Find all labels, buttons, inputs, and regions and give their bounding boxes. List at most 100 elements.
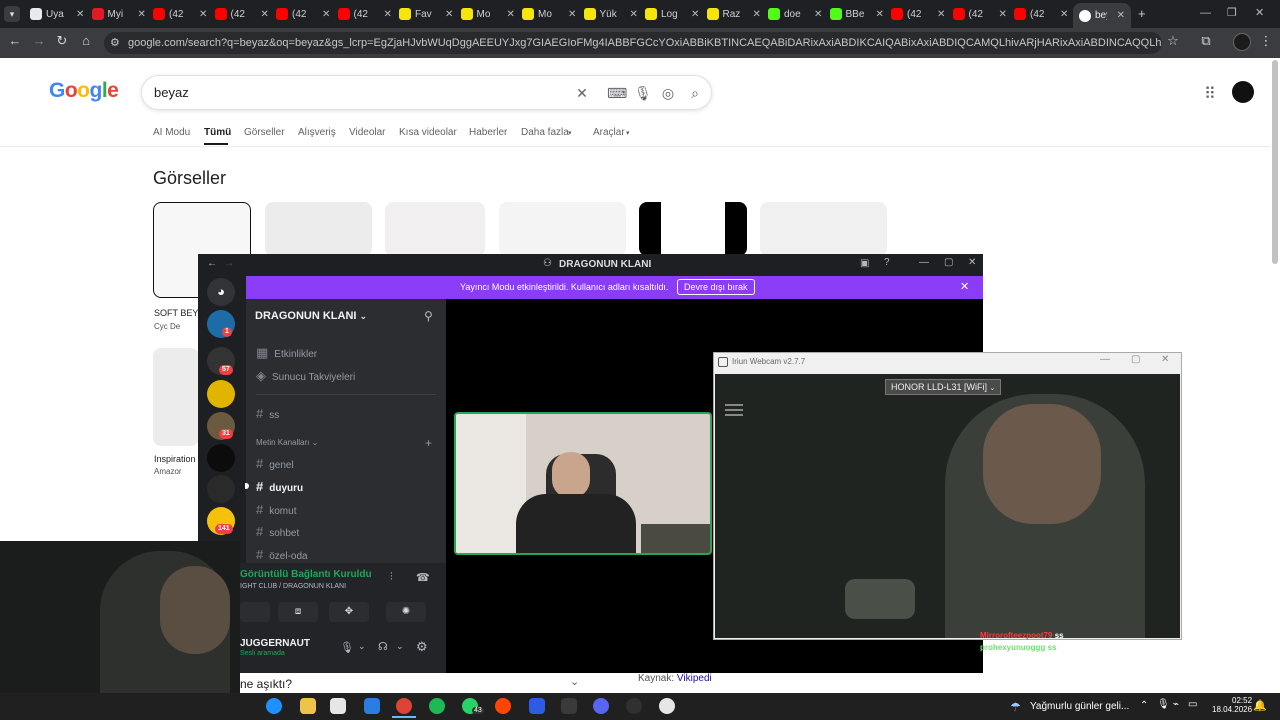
image-result[interactable]	[760, 202, 887, 256]
apps-grid-icon[interactable]: ⠿	[1204, 84, 1216, 104]
voice-activity-icon[interactable]: ⫶	[390, 571, 393, 584]
back-icon[interactable]: ←	[207, 258, 217, 269]
tab-shopping[interactable]: Alışveriş	[298, 127, 336, 138]
extensions-icon[interactable]: ⧉	[1197, 33, 1215, 49]
close-tab-icon[interactable]: ✕	[507, 9, 515, 20]
device-select[interactable]: HONOR LLD-L31 [WiFi] ⌄	[885, 379, 1001, 395]
page-scrollbar[interactable]	[1272, 60, 1278, 264]
minimize-window-icon[interactable]: —	[1200, 7, 1211, 19]
minimize-icon[interactable]: —	[1100, 354, 1110, 365]
network-icon[interactable]: ⌁	[1173, 699, 1179, 710]
ea-icon[interactable]	[529, 698, 545, 714]
menu-icon[interactable]: ⋮	[1257, 33, 1275, 49]
chevron-down-icon[interactable]: ⌄	[396, 641, 404, 652]
close-window-icon[interactable]: ✕	[1255, 6, 1264, 19]
browser-tab[interactable]: Mo ✕	[460, 4, 515, 24]
server-icon[interactable]	[207, 380, 235, 408]
image-result[interactable]	[499, 202, 626, 256]
browser-tab[interactable]: doe ✕	[768, 4, 822, 24]
store-icon[interactable]	[330, 698, 346, 714]
browser-tab[interactable]: Mo ✕	[522, 4, 576, 24]
obs-icon[interactable]	[626, 698, 642, 714]
close-tab-icon[interactable]: ✕	[138, 9, 146, 20]
browser-tab[interactable]: (42 ✕	[214, 4, 269, 24]
result-title[interactable]: Inspiration	[154, 454, 196, 464]
browser-tab[interactable]: Yük ✕	[583, 4, 638, 24]
discord-home-icon[interactable]: ◕	[207, 278, 235, 306]
reload-icon[interactable]: ↻	[53, 33, 71, 49]
close-tab-icon[interactable]: ✕	[261, 9, 269, 20]
browser-tab[interactable]: Fav ✕	[399, 4, 453, 24]
channel-komut[interactable]: # komut	[256, 502, 296, 517]
channel-duyuru[interactable]: # duyuru	[256, 479, 303, 494]
participant-video-tile[interactable]	[454, 412, 712, 555]
username[interactable]: JUGGERNAUT	[240, 638, 310, 649]
weather-text[interactable]: Yağmurlu günler geli...	[1030, 701, 1129, 712]
battery-icon[interactable]: ▭	[1188, 699, 1197, 710]
discord-icon[interactable]	[593, 698, 609, 714]
close-tab-icon[interactable]: ✕	[384, 9, 392, 20]
site-info-icon[interactable]: ⚙	[110, 36, 120, 49]
close-tab-icon[interactable]: ✕	[753, 9, 761, 20]
notifications-icon[interactable]: 🔔	[1253, 699, 1267, 712]
help-icon[interactable]: ?	[884, 257, 890, 268]
google-logo[interactable]: Google	[49, 79, 119, 103]
tab-active[interactable]: bey ✕	[1073, 3, 1131, 28]
add-channel-icon[interactable]: +	[425, 436, 432, 450]
server-icon[interactable]	[207, 444, 235, 472]
invite-icon[interactable]: ⚲	[424, 309, 433, 323]
chevron-down-icon[interactable]: ⌄	[358, 641, 366, 652]
close-tab-icon[interactable]: ✕	[937, 9, 945, 20]
hamburger-menu-icon[interactable]	[725, 404, 743, 416]
close-tab-icon[interactable]: ✕	[630, 9, 638, 20]
soundboard-icon[interactable]: ✺	[386, 602, 426, 622]
disable-streamer-mode-button[interactable]: Devre dışı bırak	[677, 279, 755, 295]
browser-tab[interactable]: Raz ✕	[706, 4, 761, 24]
settings-gear-icon[interactable]: ⚙	[416, 639, 428, 655]
reddit-icon[interactable]	[495, 698, 511, 714]
channel-ss[interactable]: # ss	[256, 406, 279, 421]
close-tab-icon[interactable]: ✕	[568, 9, 576, 20]
image-result[interactable]	[153, 348, 199, 446]
address-bar[interactable]: google.com/search?q=beyaz&oq=beyaz&gs_lc…	[104, 32, 1162, 54]
browser-tab[interactable]: (42 ✕	[952, 4, 1007, 24]
close-tab-icon[interactable]: ✕	[691, 9, 699, 20]
voice-channel-name[interactable]: IGHT CLUB / DRAGONUN KLANI	[240, 583, 346, 590]
close-tab-icon[interactable]: ✕	[999, 9, 1007, 20]
browser-tab[interactable]: (42 ✕	[337, 4, 392, 24]
close-tab-icon[interactable]: ✕	[199, 9, 207, 20]
search-box[interactable]: beyaz ✕ ⌨ 🎙 ◎ ⌕	[141, 75, 712, 110]
browser-tab[interactable]: (42 ✕	[153, 4, 207, 24]
microphone-icon[interactable]: 🎙	[634, 85, 652, 102]
close-icon[interactable]: ✕	[1161, 354, 1169, 365]
maximize-icon[interactable]: ▢	[944, 257, 953, 268]
server-icon[interactable]	[207, 475, 235, 503]
browser-tab[interactable]: BBe ✕	[829, 4, 884, 24]
clock[interactable]: 02:52 18.04.2026	[1212, 696, 1252, 714]
spotify-icon[interactable]	[429, 698, 445, 714]
image-result[interactable]	[265, 202, 372, 256]
browser-tab[interactable]: Uya ✕	[30, 4, 84, 24]
browser-tab[interactable]: (42 ✕	[891, 4, 945, 24]
forward-icon[interactable]: →	[30, 33, 48, 48]
chevron-up-icon[interactable]: ⌃	[1140, 700, 1148, 711]
microphone-icon[interactable]: 🎙	[340, 641, 354, 654]
tab-tools[interactable]: Araçlar	[593, 127, 625, 138]
outlook-icon[interactable]	[364, 698, 380, 714]
close-tab-icon[interactable]: ✕	[876, 9, 884, 20]
browser-tab[interactable]: (42 ✕	[1014, 4, 1068, 24]
keyboard-icon[interactable]: ⌨	[607, 85, 627, 102]
image-result[interactable]	[385, 202, 485, 256]
activities-icon[interactable]: ✥	[329, 602, 369, 622]
tab-images[interactable]: Görseller	[244, 127, 285, 138]
forward-icon[interactable]: →	[224, 258, 234, 269]
inbox-icon[interactable]: ▣	[860, 258, 869, 269]
home-icon[interactable]: ⌂	[77, 33, 95, 48]
channel-genel[interactable]: # genel	[256, 456, 294, 471]
close-tab-icon[interactable]: ✕	[814, 9, 822, 20]
search-input[interactable]: beyaz	[154, 85, 189, 100]
browser-tab[interactable]: Myi ✕	[91, 4, 146, 24]
browser-tab[interactable]: (42 ✕	[276, 4, 330, 24]
image-result[interactable]	[639, 202, 747, 256]
question-row[interactable]: ne aşıktı? ⌄	[240, 675, 590, 693]
